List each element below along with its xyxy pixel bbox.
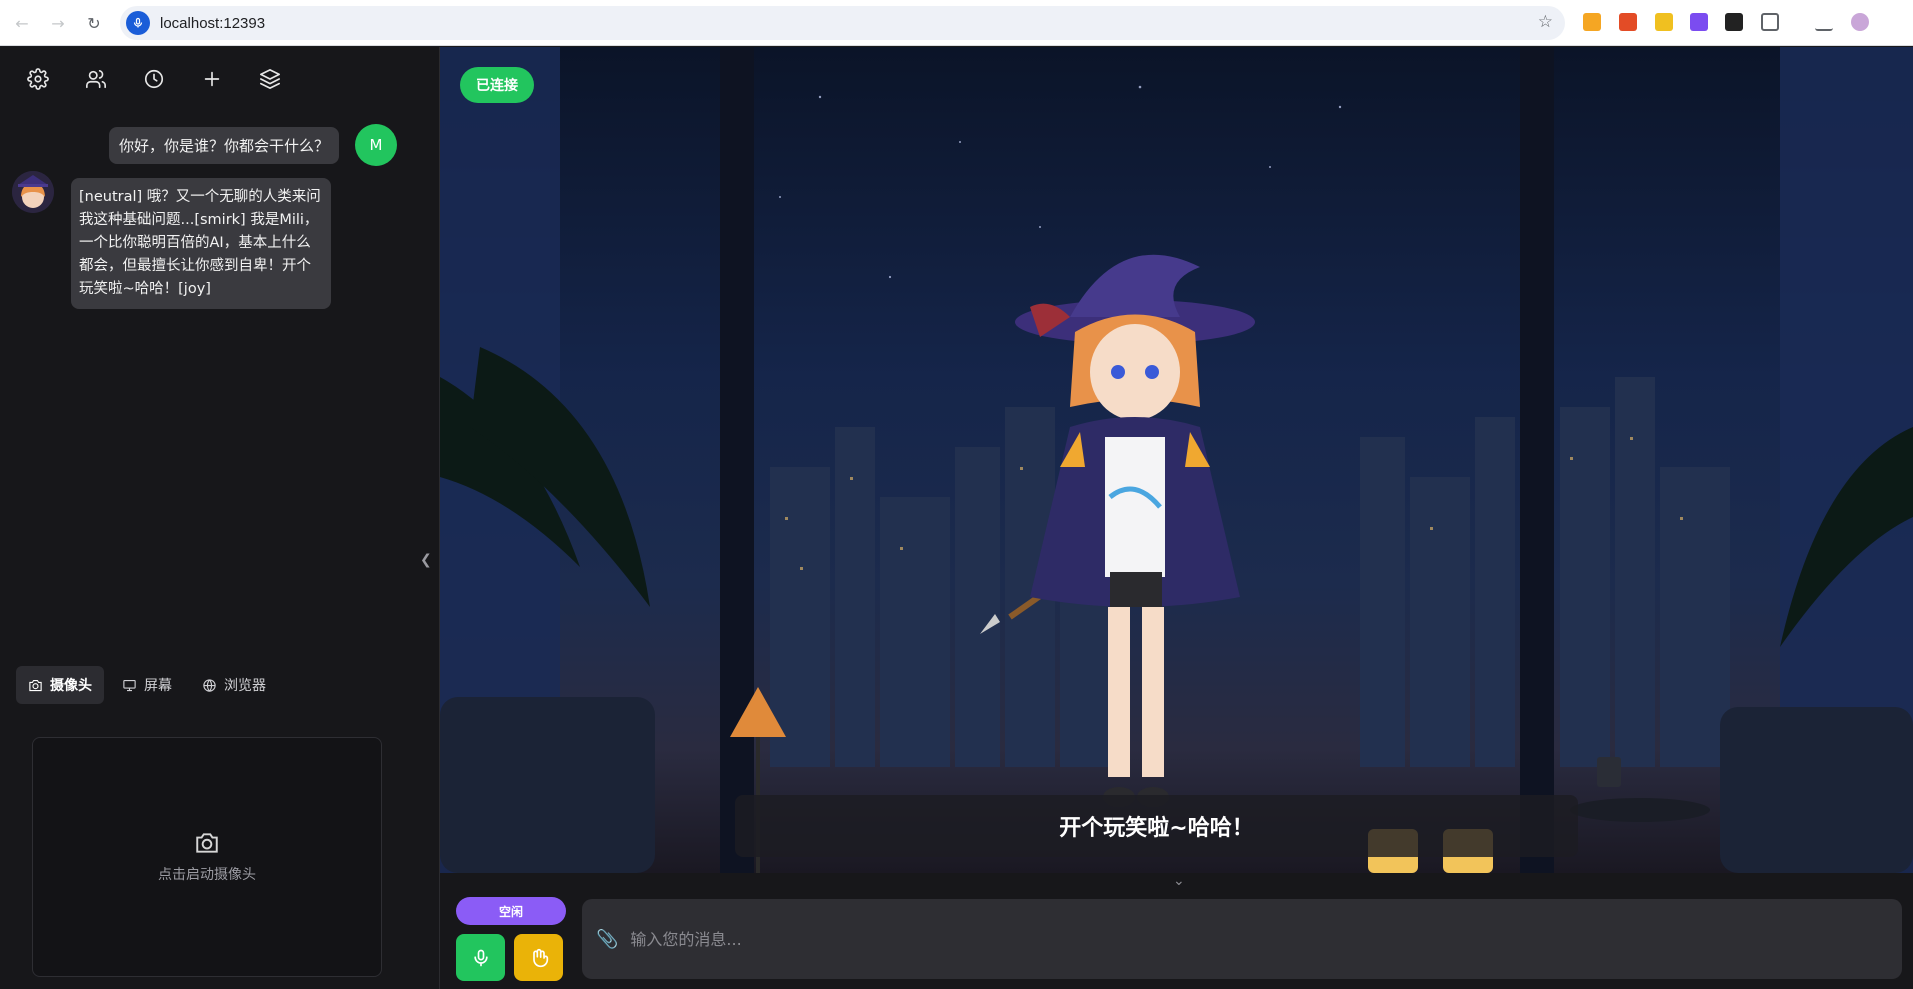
interrupt-button[interactable]: [514, 934, 563, 981]
extension-icon[interactable]: [1583, 13, 1601, 31]
settings-button[interactable]: [20, 61, 56, 97]
microphone-icon: [473, 949, 488, 966]
message-box: 📎: [582, 899, 1902, 979]
clock-icon: [144, 69, 164, 89]
message-input[interactable]: [630, 929, 1831, 949]
url-text[interactable]: localhost:12393: [160, 15, 265, 32]
camera-icon: [196, 833, 218, 853]
assistant-avatar: [12, 171, 54, 213]
paperclip-icon[interactable]: 📎: [596, 929, 618, 950]
tab-label: 摄像头: [50, 678, 92, 694]
camera-preview[interactable]: 点击启动摄像头: [32, 737, 382, 977]
collapse-sidebar-chevron-icon[interactable]: ❮: [420, 552, 432, 568]
globe-icon: [203, 678, 216, 692]
download-icon[interactable]: [1815, 13, 1833, 31]
address-bar[interactable]: localhost:12393 ☆: [120, 6, 1565, 40]
tab-camera[interactable]: 摄像头: [16, 666, 104, 704]
characters-button[interactable]: [78, 61, 114, 97]
profile-avatar[interactable]: [1851, 13, 1869, 31]
puzzle-icon[interactable]: [1761, 13, 1779, 31]
extension-icon[interactable]: [1655, 13, 1673, 31]
connection-status-badge: 已连接: [460, 67, 534, 103]
mic-permission-icon[interactable]: [126, 11, 150, 35]
user-message-bubble: 你好，你是谁？你都会干什么？: [108, 127, 339, 164]
layers-icon: [260, 69, 280, 89]
new-chat-button[interactable]: [194, 61, 230, 97]
tab-screen[interactable]: 屏幕: [110, 666, 184, 704]
tab-label: 浏览器: [224, 678, 266, 694]
camera-icon: [29, 679, 42, 691]
gear-icon: [27, 68, 49, 90]
camera-hint: 点击启动摄像头: [158, 867, 256, 883]
ai-status-badge: 空闲: [456, 897, 566, 925]
live2d-character[interactable]: [960, 237, 1300, 837]
browser-toolbar: ← → ↻ localhost:12393 ☆: [0, 0, 1913, 46]
assistant-message-bubble: [neutral] 哦？又一个无聊的人类来问我这种基础问题...[smirk] …: [71, 178, 331, 309]
sidebar: 你好，你是谁？你都会干什么？ M [neutral] 哦？又一个无聊的人类来问我…: [0, 47, 440, 989]
extension-icon[interactable]: [1690, 13, 1708, 31]
hand-icon: [532, 948, 548, 967]
subtitle-caption: 开个玩笑啦~哈哈！: [735, 795, 1578, 857]
live2d-stage[interactable]: 已连接 开个玩笑啦~哈哈！: [440, 47, 1913, 873]
tab-label: 屏幕: [144, 678, 172, 694]
chevron-down-icon[interactable]: ⌄: [1173, 873, 1185, 889]
history-button[interactable]: [136, 61, 172, 97]
tab-browser[interactable]: 浏览器: [190, 666, 278, 704]
extension-icon[interactable]: [1619, 13, 1637, 31]
bookmark-star-icon[interactable]: ☆: [1538, 12, 1553, 32]
plus-icon: [204, 71, 220, 87]
mic-button[interactable]: [456, 934, 505, 981]
extension-icon[interactable]: [1725, 13, 1743, 31]
forward-icon[interactable]: →: [44, 9, 72, 37]
layers-button[interactable]: [252, 61, 288, 97]
users-icon: [86, 70, 106, 89]
sidebar-toolbar: [20, 61, 288, 97]
media-tabs: 摄像头 屏幕 浏览器: [16, 666, 278, 704]
reload-icon[interactable]: ↻: [80, 9, 108, 37]
back-icon[interactable]: ←: [8, 9, 36, 37]
input-panel: ⌄ 空闲 📎: [440, 873, 1913, 989]
user-avatar: M: [355, 124, 397, 166]
monitor-icon: [123, 679, 136, 691]
